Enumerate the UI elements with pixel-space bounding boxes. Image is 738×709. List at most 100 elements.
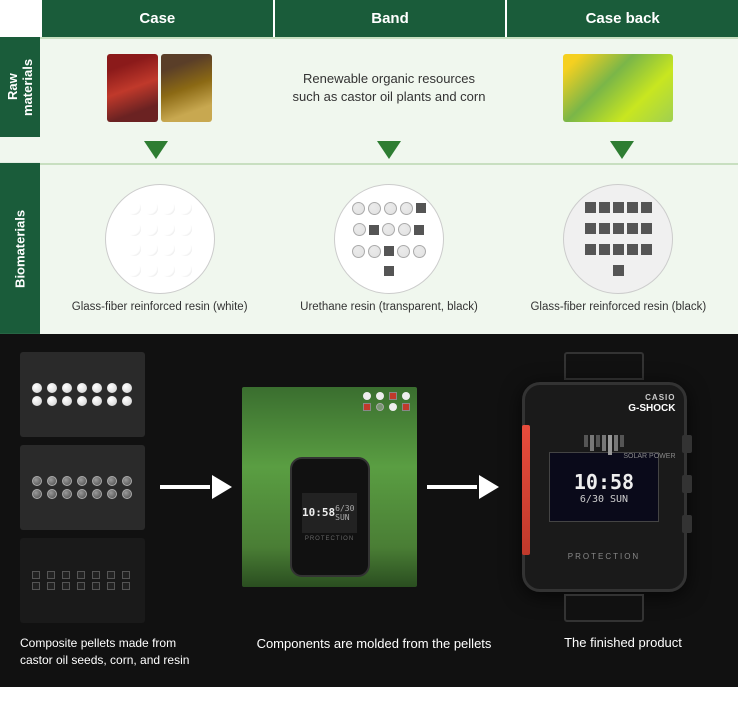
raw-case-seed-img <box>161 54 212 122</box>
dot-white <box>77 383 87 393</box>
arrow-combo-1 <box>160 475 232 499</box>
caption-right-text: The finished product <box>564 635 682 650</box>
pellet-white <box>161 242 175 256</box>
pellet-black <box>641 202 652 213</box>
dot-white <box>92 383 102 393</box>
pellet-white <box>178 201 192 215</box>
solar-label: SOLAR POWER <box>623 453 675 460</box>
pellet-white <box>178 242 192 256</box>
dot-white <box>122 396 132 406</box>
pellet-white <box>144 222 158 236</box>
biomaterials-label: Biomaterials <box>0 163 40 334</box>
pellet-black <box>414 225 424 235</box>
pellet-black <box>627 223 638 234</box>
dot-black <box>47 571 55 579</box>
pellet-stacks-left <box>20 352 150 623</box>
overlay-dot-white <box>389 403 397 411</box>
bio-band-pellets <box>334 184 444 294</box>
pellet-clear <box>382 223 395 236</box>
dot-clear <box>122 476 132 486</box>
mini-time: 10:58 <box>302 506 335 519</box>
dot-clear <box>32 476 42 486</box>
bar <box>596 435 600 447</box>
down-arrow-case <box>144 141 168 159</box>
caption-finished: The finished product <box>528 635 718 650</box>
sensor-bars <box>584 435 624 455</box>
pellet-black <box>627 244 638 255</box>
arrow-combo-2 <box>427 475 499 499</box>
bio-case-cell: Glass-fiber reinforced resin (white) <box>48 179 271 320</box>
dot-white <box>47 396 57 406</box>
casio-label: CASIO <box>645 393 675 402</box>
watch-screen-large: 10:58 6/30 SUN <box>549 452 659 522</box>
pellets-overlay <box>363 392 412 411</box>
dot-black <box>107 571 115 579</box>
arrow-head-2 <box>479 475 499 499</box>
pellet-black <box>599 223 610 234</box>
bio-band-label: Urethane resin (transparent, black) <box>300 300 478 315</box>
raw-band-cell: Renewable organic resources such as cast… <box>277 60 500 116</box>
mini-date: 6/30 SUN <box>335 504 357 522</box>
pellet-clear <box>368 245 381 258</box>
arrow-right-2 <box>417 475 509 499</box>
dot-white <box>32 383 42 393</box>
watch-date-display: 6/30 SUN <box>580 494 628 505</box>
pellet-white <box>161 201 175 215</box>
dot-black <box>77 582 85 590</box>
dot-black <box>32 571 40 579</box>
caption-components: Components are molded from the pellets <box>190 635 528 653</box>
pellet-dots-clear <box>26 470 140 505</box>
pellet-white <box>161 263 175 277</box>
bio-caseback-pellets <box>563 184 673 294</box>
raw-case-plant-img <box>107 54 158 122</box>
watch-mini: 10:58 6/30 SUN PROTECTION <box>290 457 370 577</box>
pellet-black <box>585 202 596 213</box>
pellet-dots-white <box>26 377 140 412</box>
dot-clear <box>62 489 72 499</box>
dot-black <box>47 582 55 590</box>
pellet-white <box>144 242 158 256</box>
dot-black <box>92 582 100 590</box>
bio-case-pellets <box>105 184 215 294</box>
pellet-stack-white <box>20 352 145 437</box>
bar <box>590 435 594 451</box>
gshock-label: G-SHOCK <box>628 403 675 414</box>
pellet-dots-black <box>26 565 140 596</box>
watch-protection-text: PROTECTION <box>568 552 640 561</box>
dot-black <box>92 571 100 579</box>
watch-screen-mini: 10:58 6/30 SUN <box>302 493 357 533</box>
right-watch-image: CASIO G-SHOCK SOLAR POWER 10:58 6/30 SUN <box>509 377 699 597</box>
watch-button-1 <box>682 435 692 453</box>
pellet-white <box>127 201 141 215</box>
bio-caseback-label: Glass-fiber reinforced resin (black) <box>530 300 706 315</box>
dot-clear <box>107 489 117 499</box>
caption-center-text: Components are molded from the pellets <box>257 635 492 653</box>
pellet-black <box>613 202 624 213</box>
pellet-black <box>416 203 426 213</box>
arrow-corner <box>0 137 40 163</box>
raw-materials-content: Renewable organic resources such as cast… <box>40 37 738 137</box>
raw-caseback-image <box>563 54 673 122</box>
dot-white <box>122 383 132 393</box>
bar <box>584 435 588 447</box>
watch-button-3 <box>682 515 692 533</box>
bottom-captions: Composite pellets made from castor oil s… <box>20 635 718 669</box>
dot-clear <box>47 489 57 499</box>
dot-clear <box>77 489 87 499</box>
dot-white <box>92 396 102 406</box>
bio-case-label: Glass-fiber reinforced resin (white) <box>72 300 248 315</box>
pellet-black <box>384 266 394 276</box>
dot-black <box>77 571 85 579</box>
header-caseback: Case back <box>505 0 738 37</box>
raw-materials-label: Rawmaterials <box>0 37 40 137</box>
pellet-black <box>599 202 610 213</box>
pellet-black <box>613 244 624 255</box>
pellet-stack-black <box>20 538 145 623</box>
center-composite-image: 10:58 6/30 SUN PROTECTION <box>242 387 417 587</box>
pellet-black <box>641 244 652 255</box>
pellet-white <box>127 222 141 236</box>
down-arrow-band <box>377 141 401 159</box>
raw-caseback-cell <box>507 49 730 127</box>
dot-black <box>107 582 115 590</box>
pellet-clear <box>384 202 397 215</box>
